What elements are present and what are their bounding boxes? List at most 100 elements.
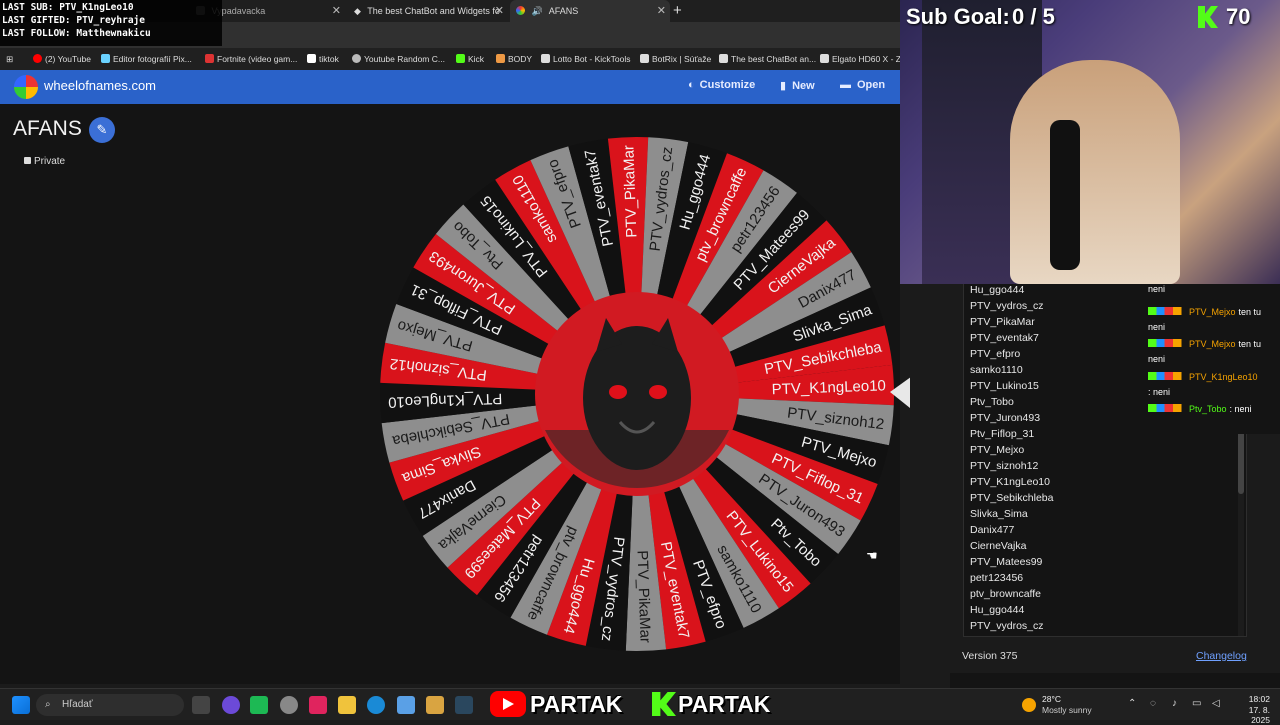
close-tab-icon[interactable]: ✕ [657, 0, 666, 22]
display-icon[interactable]: ▭ [1192, 698, 1201, 709]
bookmark-lotto-bot[interactable]: Lotto Bot - KickTools [541, 48, 630, 70]
apps-grid-icon[interactable]: ⊞ [6, 48, 13, 70]
app-icon[interactable] [426, 696, 444, 714]
entry-line[interactable]: PTV_vydros_cz [970, 300, 1044, 312]
close-tab-icon[interactable]: ✕ [495, 0, 504, 22]
private-indicator[interactable]: Private [24, 156, 65, 167]
entry-line[interactable]: PTV_Juron493 [970, 412, 1040, 424]
kick-follower-count: 70 [1226, 4, 1251, 29]
tab-favicon-icon: ◆ [354, 6, 361, 16]
microphone-tray-icon[interactable]: ♪ [1172, 698, 1177, 709]
tab-chatbot[interactable]: ◆ The best ChatBot and Widgets fo ✕ [348, 0, 508, 22]
bookmark-fortnite[interactable]: Fortnite (video gam... [205, 48, 297, 70]
network-icon[interactable]: ◌ [1150, 698, 1156, 709]
tiktok-app-icon[interactable] [309, 696, 327, 714]
entry-line[interactable]: PTV_Matees99 [970, 556, 1042, 568]
entry-line[interactable]: PTV_eventak7 [970, 332, 1039, 344]
chat-text: neni [1148, 354, 1166, 364]
weather-sun-icon[interactable] [1022, 698, 1036, 712]
entry-line[interactable]: Ptv_Fiflop_31 [970, 428, 1034, 440]
clock-time[interactable]: 18:02 [1244, 694, 1270, 704]
chat-text: ten tu [1238, 307, 1262, 317]
site-header: wheelofnames.com ◐ Customize ▮ New ▬ Open [0, 70, 900, 104]
entry-line[interactable]: PTV_Sebikchleba [970, 492, 1053, 504]
chat-username[interactable]: Ptv_Tobo [1189, 404, 1227, 414]
changelog-link[interactable]: Changelog [1196, 650, 1247, 662]
webcam-overlay: Sub Goal: 0 / 5 70 [900, 0, 1280, 284]
weather-temp[interactable]: 28°C [1042, 694, 1061, 704]
chat-text: : neni [1229, 404, 1252, 414]
bookmark-tiktok[interactable]: tiktok [307, 48, 339, 70]
entry-line[interactable]: PTV_Lukino15 [970, 380, 1039, 392]
wheel-of-names[interactable]: PTV_K1ngLeo10PTV_siznoh12PTV_MejxoPTV_Fi… [370, 130, 910, 658]
chat-username[interactable]: PTV_K1ngLeo10 [1189, 372, 1258, 382]
bookmark-chatbot[interactable]: The best ChatBot an... [719, 48, 816, 70]
bookmark-elgato[interactable]: Elgato HD60 X - Ze... [820, 48, 900, 70]
entry-line[interactable]: Ptv_Tobo [970, 396, 1014, 408]
entry-line[interactable]: PTV_efpro [970, 348, 1020, 360]
entry-line[interactable]: Hu_ggo444 [970, 284, 1024, 296]
edit-title-pencil-icon[interactable]: ✎ [89, 117, 115, 143]
windows-start-icon[interactable] [12, 696, 30, 714]
partak-kick-text: PARTAK [678, 691, 771, 717]
entry-line[interactable]: PTV_vydros_cz [970, 620, 1044, 632]
last-gifted-text: LAST GIFTED: PTV_reyhraje [2, 15, 145, 26]
file-icon: ▮ [780, 80, 787, 92]
edge-browser-icon[interactable] [367, 696, 385, 714]
wheel-page: AFANS ✎ Private PTV_K1ngLeo10 PTV_siznoh1… [0, 104, 910, 684]
wheel-slice-label: PTV_PikaMar [620, 145, 640, 238]
task-view-icon[interactable] [192, 696, 210, 714]
new-button[interactable]: ▮ New [780, 79, 815, 92]
bookmark-kick[interactable]: Kick [456, 48, 484, 70]
chevron-up-icon[interactable]: ⌃ [1128, 698, 1136, 709]
last-follow-text: LAST FOLLOW: Matthewnakicu [2, 28, 151, 39]
site-name[interactable]: wheelofnames.com [44, 78, 156, 93]
wheel-slice-label: PTV_PikaMar [633, 550, 653, 643]
bookmark-body[interactable]: BODY [496, 48, 532, 70]
bookmark-youtube[interactable]: (2) YouTube [33, 48, 91, 70]
notepad-icon[interactable] [397, 696, 415, 714]
close-tab-icon[interactable]: ✕ [332, 0, 341, 22]
stream-chat-overlay: neni PTV_Mejxo ten tu neni PTV_Mejxo ten tu ne… [1140, 284, 1280, 434]
entry-line[interactable]: Slivka_Sima [970, 508, 1028, 520]
bookmark-botrix[interactable]: BotRix | Súťaže [640, 48, 711, 70]
entry-line[interactable]: petr123456 [970, 572, 1023, 584]
bookmark-pixlr[interactable]: Editor fotografií Pix... [101, 48, 192, 70]
new-tab-button[interactable]: + [673, 0, 687, 22]
youtube-logo-icon [490, 691, 526, 717]
chat-username[interactable]: PTV_Mejxo [1189, 339, 1236, 349]
site-logo-icon[interactable] [14, 75, 38, 99]
settings-gear-icon[interactable] [280, 696, 298, 714]
bookmark-youtube-random[interactable]: Youtube Random C... [352, 48, 445, 70]
entry-line[interactable]: PTV_K1ngLeo10 [970, 476, 1050, 488]
kick-icon [456, 54, 465, 63]
spotify-icon[interactable] [250, 696, 268, 714]
entry-line[interactable]: Hu_ggo444 [970, 604, 1024, 616]
chat-message: neni [1148, 354, 1165, 364]
chat-message: PTV_K1ngLeo10 [1148, 372, 1258, 382]
entry-line[interactable]: PTV_siznoh12 [970, 460, 1038, 472]
open-button[interactable]: ▬ Open [840, 79, 885, 91]
file-explorer-icon[interactable] [338, 696, 356, 714]
entry-line[interactable]: ptv_browncaffe [970, 588, 1041, 600]
chat-badges-icon [1148, 339, 1186, 347]
weather-desc[interactable]: Mostly sunny [1042, 705, 1092, 715]
tab-afans-active[interactable]: 🔊 AFANS ✕ [510, 0, 670, 22]
volume-icon[interactable]: ◁ [1212, 698, 1220, 709]
taskbar-search-input[interactable]: ⌕ Hľadať [36, 694, 184, 716]
discord-icon[interactable] [222, 696, 240, 714]
entry-line[interactable]: CierneVajka [970, 540, 1026, 552]
chat-text: : neni [1148, 387, 1171, 397]
entry-line[interactable]: samko1110 [970, 364, 1023, 376]
entry-line[interactable]: PTV_Mejxo [970, 444, 1024, 456]
chat-username[interactable]: PTV_Mejxo [1189, 307, 1236, 317]
speaker-icon[interactable]: 🔊 [532, 6, 543, 16]
clock-date[interactable]: 17. 8. 2025 [1228, 705, 1270, 725]
entry-line[interactable]: Danix477 [970, 524, 1014, 536]
entry-line[interactable]: PTV_PikaMar [970, 316, 1035, 328]
chat-text: neni [1148, 284, 1166, 294]
microphone-icon [1050, 120, 1080, 270]
hand-cursor-icon: ☚ [866, 548, 878, 563]
customize-button[interactable]: ◐ Customize [688, 79, 755, 91]
steam-icon[interactable] [455, 696, 473, 714]
